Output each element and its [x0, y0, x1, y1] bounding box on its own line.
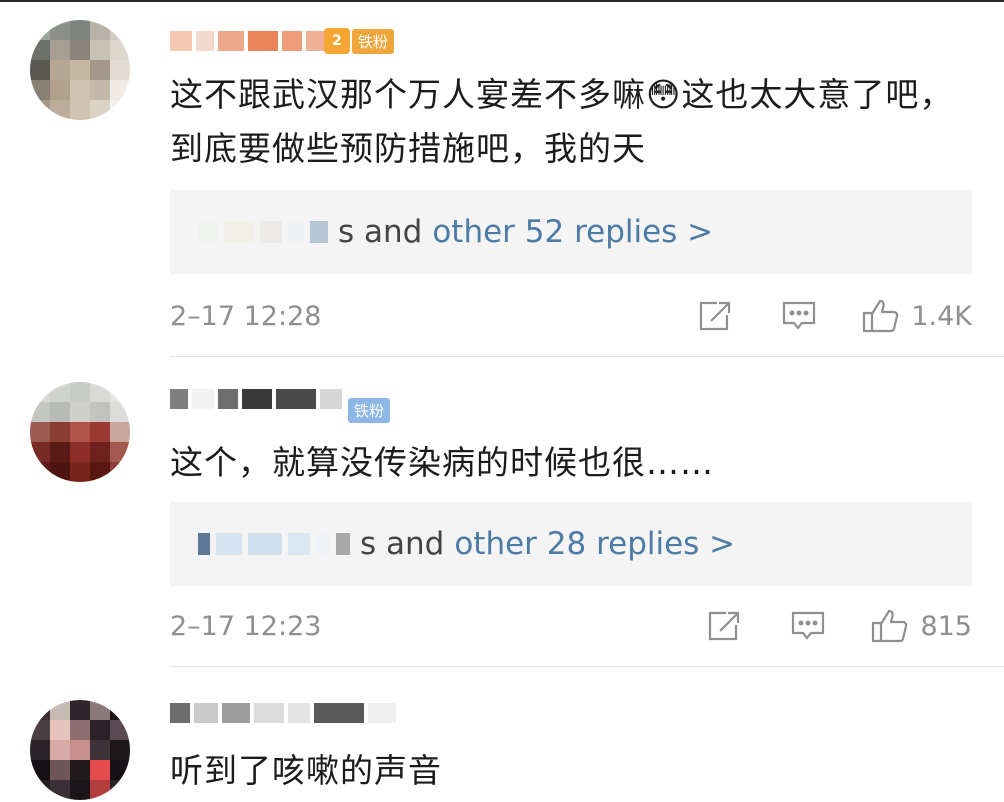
- username-blurred[interactable]: [170, 698, 396, 728]
- thumbs-up-icon: [872, 609, 908, 643]
- comment-button[interactable]: [781, 299, 817, 333]
- top-border: [0, 0, 1004, 2]
- comment-text: 这个，就算没传染病的时候也很……: [170, 443, 714, 482]
- share-button[interactable]: [697, 299, 733, 333]
- username-blurred[interactable]: [170, 384, 342, 414]
- reply-names-blurred: [198, 221, 328, 243]
- fan-badge-label: 铁粉: [348, 397, 391, 423]
- avatar[interactable]: [30, 20, 130, 120]
- fan-badge: 2 铁粉: [324, 27, 395, 55]
- reply-preview[interactable]: s and other 28 replies >: [170, 502, 972, 586]
- thumbs-up-icon: [863, 299, 899, 333]
- comment-meta: 2–17 12:28 1.4K: [170, 296, 972, 336]
- comment-icon: [792, 611, 825, 640]
- fan-badge: 铁粉: [346, 396, 391, 424]
- timestamp: 2–17 12:23: [170, 610, 322, 642]
- reply-tail: s and: [360, 526, 445, 562]
- like-count: 1.4K: [911, 300, 972, 332]
- reply-names-blurred: [198, 533, 350, 555]
- timestamp: 2–17 12:28: [170, 300, 322, 332]
- fan-badge-label: 铁粉: [352, 28, 395, 54]
- comment-button[interactable]: [790, 609, 826, 643]
- reply-preview[interactable]: s and other 52 replies >: [170, 190, 972, 274]
- username-blurred[interactable]: [170, 26, 330, 56]
- avatar[interactable]: [30, 700, 130, 800]
- share-icon: [709, 611, 740, 641]
- share-button[interactable]: [706, 609, 742, 643]
- comment-divider: [170, 666, 1004, 667]
- more-replies-link[interactable]: other 28 replies >: [454, 526, 735, 562]
- fan-level-icon: 2: [324, 28, 350, 54]
- comment-text: 听到了咳嗽的声音: [170, 751, 442, 790]
- like-button[interactable]: 815: [870, 608, 972, 644]
- more-replies-link[interactable]: other 52 replies >: [432, 214, 713, 250]
- avatar[interactable]: [30, 382, 130, 482]
- comment-meta: 2–17 12:23 815: [170, 606, 972, 646]
- reply-tail: s and: [338, 214, 423, 250]
- share-icon: [700, 301, 731, 331]
- comment-text: 这不跟武汉那个万人宴差不多嘛😳这也太大意了吧，到底要做些预防措施吧，我的天: [170, 75, 954, 168]
- comment-icon: [783, 301, 816, 330]
- like-button[interactable]: 1.4K: [861, 298, 972, 334]
- like-count: 815: [920, 610, 972, 642]
- comment-divider: [170, 356, 1004, 357]
